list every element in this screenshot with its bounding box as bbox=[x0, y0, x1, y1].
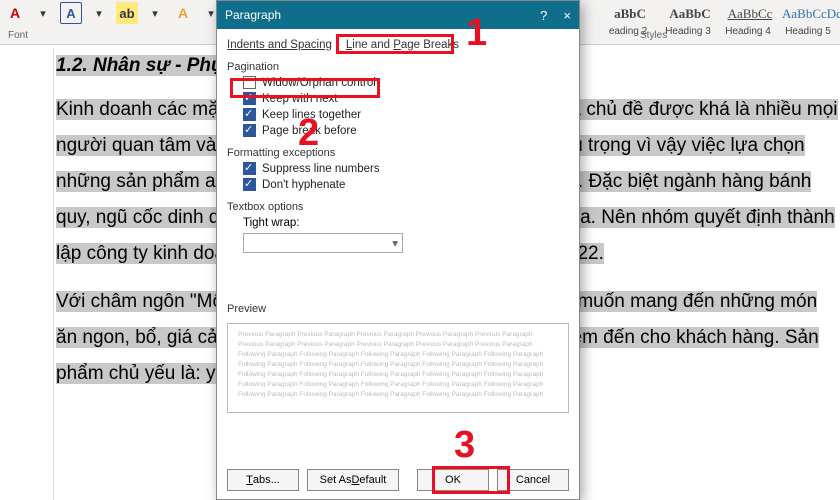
dialog-tabs: Indents and Spacing Line and Page Breaks bbox=[227, 37, 569, 53]
tight-wrap-select-row: ▾ bbox=[243, 233, 569, 253]
tight-wrap-select[interactable]: ▾ bbox=[243, 233, 403, 253]
font-group-label: Font bbox=[8, 30, 28, 41]
tab-line-page-breaks[interactable]: Line and Page Breaks bbox=[346, 37, 459, 53]
checkbox-icon[interactable] bbox=[243, 92, 256, 105]
text-effects-icon[interactable]: A bbox=[172, 2, 194, 24]
style-heading4[interactable]: AaBbCc bbox=[722, 1, 778, 27]
style-heading2[interactable]: aBbC bbox=[602, 1, 658, 27]
font-color-red-icon[interactable]: A bbox=[4, 2, 26, 24]
checkbox-icon[interactable] bbox=[243, 178, 256, 191]
checkbox-icon[interactable] bbox=[243, 108, 256, 121]
dialog-title: Paragraph bbox=[225, 8, 281, 22]
checkbox-icon[interactable] bbox=[243, 124, 256, 137]
close-icon[interactable]: × bbox=[563, 8, 571, 23]
dialog-body: Indents and Spacing Line and Page Breaks… bbox=[217, 29, 579, 499]
textbox-options-label: Textbox options bbox=[227, 201, 569, 213]
cancel-button[interactable]: Cancel bbox=[497, 469, 569, 491]
checkbox-icon[interactable] bbox=[243, 162, 256, 175]
dialog-titlebar: Paragraph ? × bbox=[217, 1, 579, 29]
style-heading3[interactable]: AaBbC bbox=[662, 1, 718, 27]
set-default-button[interactable]: Set As Default bbox=[307, 469, 399, 491]
dropdown-icon[interactable]: ▾ bbox=[144, 2, 166, 24]
styles-gallery[interactable]: aBbC AaBbC AaBbCc AaBbCcDd bbox=[602, 0, 838, 28]
pagination-label: Pagination bbox=[227, 61, 569, 73]
dialog-buttons: Tabs... Set As Default OK Cancel bbox=[227, 469, 569, 491]
styles-group-label: Styles bbox=[640, 30, 667, 41]
paragraph-dialog: Paragraph ? × Indents and Spacing Line a… bbox=[216, 0, 580, 500]
suppress-line-numbers-row[interactable]: Suppress line numbers bbox=[243, 162, 569, 175]
style-heading5[interactable]: AaBbCcDd bbox=[782, 1, 838, 27]
ok-button[interactable]: OK bbox=[417, 469, 489, 491]
widow-orphan-row[interactable]: Widow/Orphan control bbox=[243, 76, 569, 89]
tab-indents-spacing[interactable]: Indents and Spacing bbox=[227, 37, 332, 53]
checkbox-icon[interactable] bbox=[243, 76, 256, 89]
preview-box: Previous Paragraph Previous Paragraph Pr… bbox=[227, 323, 569, 413]
dropdown-icon[interactable]: ▾ bbox=[88, 2, 110, 24]
tight-wrap-label: Tight wrap: bbox=[243, 217, 299, 229]
keep-with-next-row[interactable]: Keep with next bbox=[243, 92, 569, 105]
dropdown-icon[interactable]: ▾ bbox=[32, 2, 54, 24]
keep-lines-together-row[interactable]: Keep lines together bbox=[243, 108, 569, 121]
preview-label: Preview bbox=[227, 303, 569, 315]
text-style-icon[interactable]: A bbox=[60, 2, 82, 24]
tabs-button[interactable]: Tabs... bbox=[227, 469, 299, 491]
formatting-exceptions-label: Formatting exceptions bbox=[227, 147, 569, 159]
tight-wrap-row: Tight wrap: bbox=[243, 217, 569, 229]
dont-hyphenate-row[interactable]: Don't hyphenate bbox=[243, 178, 569, 191]
vertical-ruler bbox=[40, 48, 54, 500]
style-labels: eading 2 Heading 3 Heading 4 Heading 5 bbox=[600, 26, 836, 37]
page-break-before-row[interactable]: Page break before bbox=[243, 124, 569, 137]
help-icon[interactable]: ? bbox=[540, 8, 547, 23]
highlight-icon[interactable]: ab bbox=[116, 2, 138, 24]
